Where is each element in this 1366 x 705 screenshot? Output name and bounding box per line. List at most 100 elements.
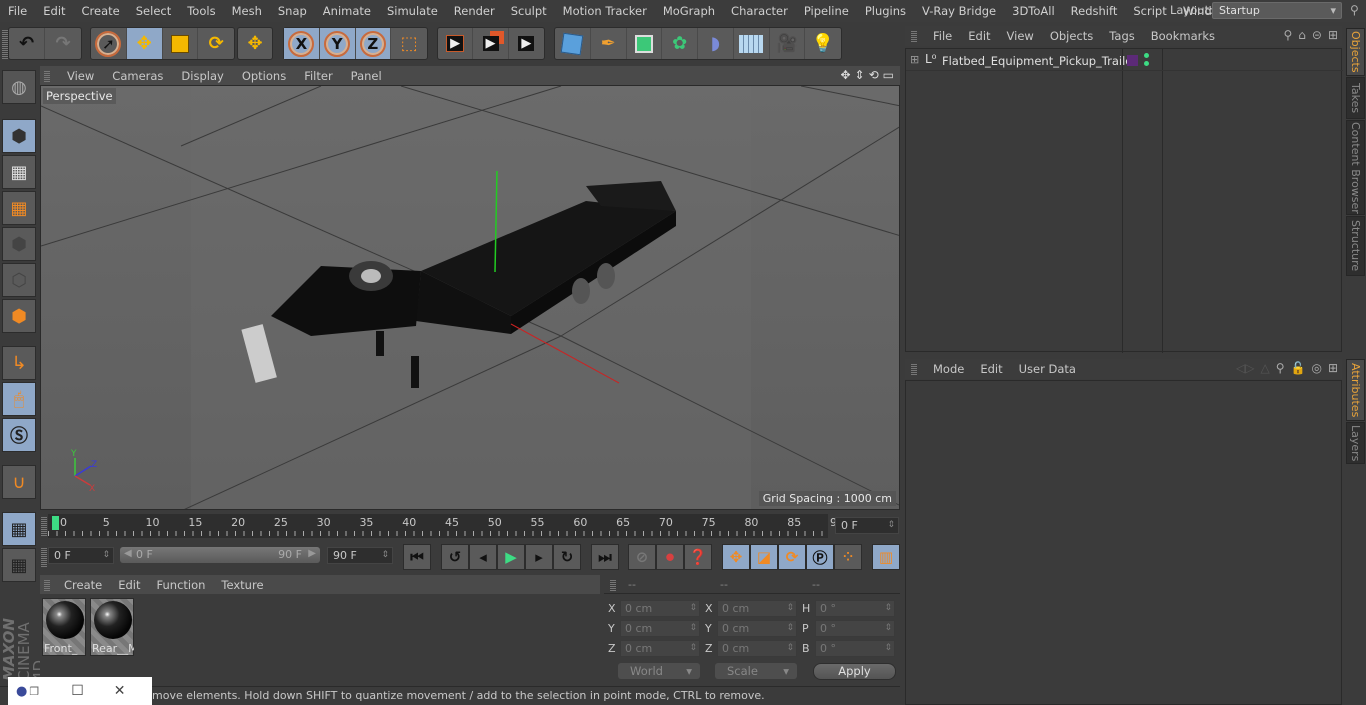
pos-x-field[interactable]: 0 cm xyxy=(620,600,700,617)
texture-mode-button[interactable]: ▦ xyxy=(2,155,36,189)
maximize-view-icon[interactable]: ▭ xyxy=(883,68,894,82)
menu-create[interactable]: Create xyxy=(74,4,128,18)
material-front[interactable]: Front_ xyxy=(42,598,86,656)
rot-b-field[interactable]: 0 ° xyxy=(815,640,895,657)
tab-structure[interactable]: Structure xyxy=(1346,216,1365,276)
keyframe-selection-button[interactable]: ❓ xyxy=(684,544,712,570)
material-rear[interactable]: Rear__M xyxy=(90,598,134,656)
rotate-button[interactable]: ⟳ xyxy=(198,28,234,59)
object-menu-edit[interactable]: Edit xyxy=(960,29,998,43)
object-row[interactable]: ⊞ L⁰ Flatbed_Equipment_Pickup_Trailer xyxy=(906,51,1343,71)
undo-button[interactable]: ↶ xyxy=(9,28,45,59)
previous-frame-button[interactable]: ◂ xyxy=(469,544,497,570)
viewport-menu-cameras[interactable]: Cameras xyxy=(103,69,172,83)
size-mode-dropdown[interactable]: Scale xyxy=(715,663,797,679)
layout-dropdown[interactable]: Startup xyxy=(1212,2,1342,19)
cube-button[interactable] xyxy=(555,28,591,59)
layer-color-swatch[interactable] xyxy=(1127,55,1138,66)
material-grip[interactable] xyxy=(44,578,50,591)
attributes-grip[interactable] xyxy=(911,363,917,375)
tab-objects[interactable]: Objects xyxy=(1346,28,1365,76)
key-position-button[interactable]: ✥ xyxy=(722,544,750,570)
menu-vray-bridge[interactable]: V-Ray Bridge xyxy=(914,4,1004,18)
timeline-window-button[interactable]: ▥ xyxy=(872,544,900,570)
model-mode-button[interactable]: ⬢ xyxy=(2,119,36,153)
new-panel-icon[interactable]: ⊞ xyxy=(1328,28,1338,42)
workplane-rotate-button[interactable]: ▦ xyxy=(2,548,36,582)
coordinates-grip[interactable] xyxy=(610,579,616,591)
menu-script[interactable]: Script xyxy=(1125,4,1174,18)
pen-button[interactable]: ✒ xyxy=(591,28,627,59)
up-arrow-icon[interactable]: △ xyxy=(1260,361,1269,375)
material-menu-function[interactable]: Function xyxy=(149,578,214,592)
new-panel-icon[interactable]: ⊞ xyxy=(1328,361,1338,375)
points-mode-button[interactable]: ⬢ xyxy=(2,227,36,261)
object-menu-bookmarks[interactable]: Bookmarks xyxy=(1143,29,1223,43)
lock-icon[interactable]: 🔓 xyxy=(1291,361,1306,375)
frame-range-slider[interactable]: ◀ 0 F 90 F ▶ xyxy=(120,547,320,563)
attributes-menu-mode[interactable]: Mode xyxy=(925,362,972,376)
editor-visibility-dot[interactable] xyxy=(1144,53,1149,58)
size-x-field[interactable]: 0 cm xyxy=(717,600,797,617)
bend-button[interactable]: ◗ xyxy=(698,28,734,59)
snap-button[interactable]: ∪ xyxy=(2,465,36,499)
workplane-lock-button[interactable]: ▦ xyxy=(2,512,36,546)
menu-file[interactable]: File xyxy=(0,4,35,18)
object-menu-view[interactable]: View xyxy=(999,29,1042,43)
menu-render[interactable]: Render xyxy=(446,4,503,18)
key-pla-button[interactable]: ⁘ xyxy=(834,544,862,570)
transport-grip[interactable] xyxy=(41,547,47,567)
pos-y-field[interactable]: 0 cm xyxy=(620,620,700,637)
menu-pipeline[interactable]: Pipeline xyxy=(796,4,857,18)
start-frame-field[interactable]: 0 F xyxy=(48,547,114,564)
light-button[interactable]: 💡 xyxy=(805,28,841,59)
viewport-menu-view[interactable]: View xyxy=(58,69,103,83)
menu-snap[interactable]: Snap xyxy=(270,4,315,18)
home-icon[interactable]: ⌂ xyxy=(1298,28,1306,42)
scale-button[interactable] xyxy=(163,28,199,59)
range-right-arrow[interactable]: ▶ xyxy=(308,548,316,559)
range-left-arrow[interactable]: ◀ xyxy=(124,548,132,559)
current-frame-field[interactable]: 0 F xyxy=(835,517,899,534)
timeline-ruler[interactable]: 051015202530354045505560657075808590 xyxy=(48,514,844,538)
object-menu-objects[interactable]: Objects xyxy=(1042,29,1101,43)
render-picture-viewer-button[interactable]: ▶ xyxy=(473,28,509,59)
render-visibility-dot[interactable] xyxy=(1144,61,1149,66)
tweak-button[interactable]: 🖱 xyxy=(2,382,36,416)
coordinate-system-button[interactable]: ⬚ xyxy=(391,28,427,59)
tab-layers[interactable]: Layers xyxy=(1346,422,1365,464)
menu-character[interactable]: Character xyxy=(723,4,796,18)
subdivision-button[interactable] xyxy=(627,28,663,59)
key-parameter-button[interactable]: Ⓟ xyxy=(806,544,834,570)
menu-3dtoall[interactable]: 3DToAll xyxy=(1004,4,1063,18)
camera-label[interactable]: Perspective xyxy=(43,88,116,104)
object-manager-grip[interactable] xyxy=(911,30,917,42)
cloner-button[interactable]: ✿ xyxy=(662,28,698,59)
search-icon[interactable]: ⚲ xyxy=(1276,361,1285,375)
search-icon[interactable]: ⚲ xyxy=(1350,3,1359,17)
object-menu-file[interactable]: File xyxy=(925,29,960,43)
dolly-icon[interactable]: ⇕ xyxy=(855,68,865,82)
z-axis-button[interactable]: Z xyxy=(355,28,392,59)
tab-takes[interactable]: Takes xyxy=(1346,77,1365,119)
play-button[interactable]: ▶ xyxy=(497,544,525,570)
key-scale-button[interactable]: ◪ xyxy=(750,544,778,570)
maximize-icon[interactable]: ☐ xyxy=(71,683,84,699)
render-view-button[interactable]: ▶ xyxy=(438,28,474,59)
menu-redshift[interactable]: Redshift xyxy=(1063,4,1126,18)
menu-simulate[interactable]: Simulate xyxy=(379,4,446,18)
camera-button[interactable]: 🎥 xyxy=(770,28,806,59)
go-to-end-button[interactable]: ⏭ xyxy=(591,544,619,570)
pan-icon[interactable]: ✥ xyxy=(840,68,850,82)
move-button[interactable]: ✥ xyxy=(126,28,163,59)
eye-icon[interactable]: ⊝ xyxy=(1312,28,1322,42)
tab-content-browser[interactable]: Content Browser xyxy=(1346,120,1365,215)
polygons-mode-button[interactable]: ⬢ xyxy=(2,299,36,333)
menu-select[interactable]: Select xyxy=(128,4,179,18)
viewport-grip[interactable] xyxy=(44,69,50,82)
viewport-menu-filter[interactable]: Filter xyxy=(295,69,341,83)
attributes-menu-user-data[interactable]: User Data xyxy=(1011,362,1084,376)
viewport-menu-panel[interactable]: Panel xyxy=(342,69,391,83)
expand-icon[interactable]: ⊞ xyxy=(910,53,919,66)
menu-plugins[interactable]: Plugins xyxy=(857,4,914,18)
